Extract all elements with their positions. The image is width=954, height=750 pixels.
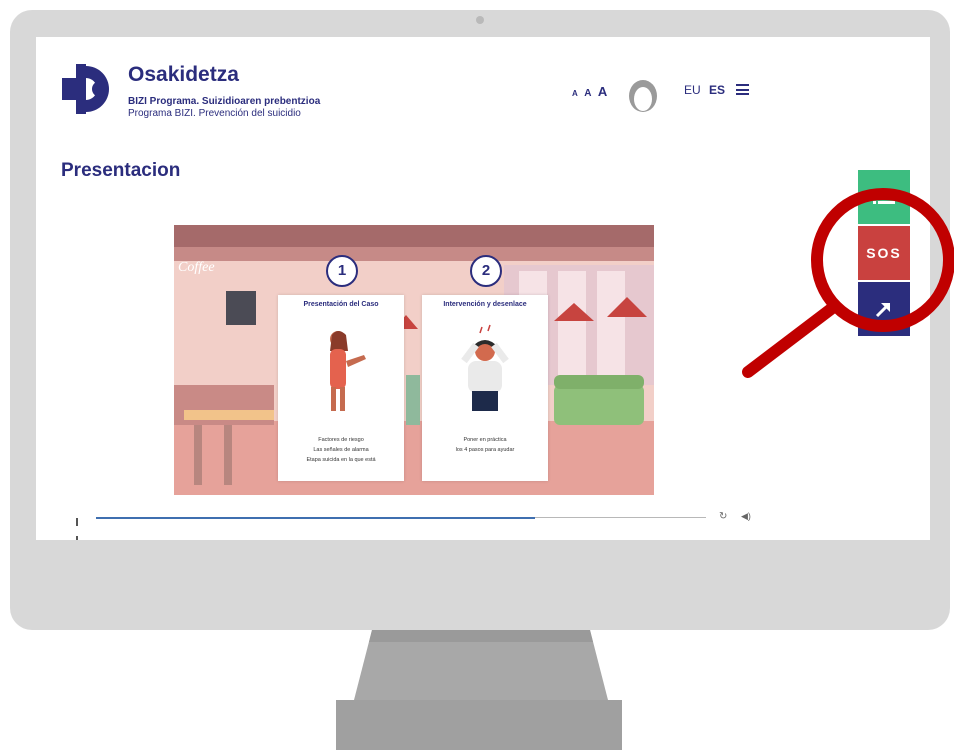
menu-icon[interactable]	[736, 84, 749, 95]
camera-dot	[476, 16, 484, 24]
volume-icon[interactable]: ◀)	[741, 511, 751, 522]
font-size-medium[interactable]: A	[584, 88, 592, 99]
card-presentacion: Presentación del Caso Factores de riesgo…	[278, 295, 404, 481]
list-icon	[873, 189, 895, 204]
arrow-up-right-icon	[875, 302, 891, 318]
brand-subtitle-eu: BIZI Programa. Suizidioaren prebentzioa	[128, 96, 321, 107]
logo-icon	[62, 64, 109, 114]
card-1-line-2: Las señales de alarma	[313, 447, 369, 453]
sos-button[interactable]: SOS	[858, 226, 910, 280]
card-1-lines: Factores de riesgo Las señales de alarma…	[278, 435, 404, 465]
avatar-icon[interactable]	[628, 79, 658, 113]
external-link-button[interactable]	[858, 282, 910, 336]
cafe-background: Coffee	[174, 225, 654, 495]
replay-icon[interactable]: ↻	[719, 511, 727, 522]
card-1-line-1: Factores de riesgo	[318, 437, 364, 443]
language-eu[interactable]: EU	[684, 83, 701, 97]
card-2-title: Intervención y desenlace	[443, 301, 527, 308]
page-title: Presentacion	[61, 160, 181, 181]
video-progress-bar[interactable]	[96, 517, 706, 519]
coffee-sign: Coffee	[178, 260, 215, 275]
card-1-title: Presentación del Caso	[303, 301, 379, 308]
card-1-line-3: Etapa suicida en la que está	[306, 457, 376, 463]
step-1-badge: 1	[326, 255, 358, 287]
card-2-lines: Poner en práctica los 4 pasos para ayuda…	[422, 435, 548, 455]
card-2-line-1: Poner en práctica	[463, 437, 507, 443]
brand-title: Osakidetza	[128, 63, 239, 86]
video-progress-fill	[96, 517, 536, 519]
font-size-small[interactable]: A	[572, 89, 579, 98]
font-size-control[interactable]: A A A	[572, 83, 608, 101]
video-player[interactable]: Coffee Presentación del Caso Factores de…	[174, 225, 654, 495]
card-intervencion: Intervención y desenlace Poner en prácti…	[422, 295, 548, 481]
font-size-large[interactable]: A	[598, 84, 608, 99]
stressed-man-figure	[461, 324, 509, 411]
browser-screen: Osakidetza BIZI Programa. Suizidioaren p…	[36, 37, 930, 540]
brand-subtitle-es: Programa BIZI. Prevención del suicidio	[128, 108, 301, 119]
step-2-badge: 2	[470, 255, 502, 287]
woman-figure	[330, 331, 366, 411]
index-button[interactable]	[858, 170, 910, 224]
pause-icon[interactable]	[76, 513, 82, 540]
language-es[interactable]: ES	[709, 83, 725, 97]
card-2-line-2: los 4 pasos para ayudar	[455, 447, 515, 453]
